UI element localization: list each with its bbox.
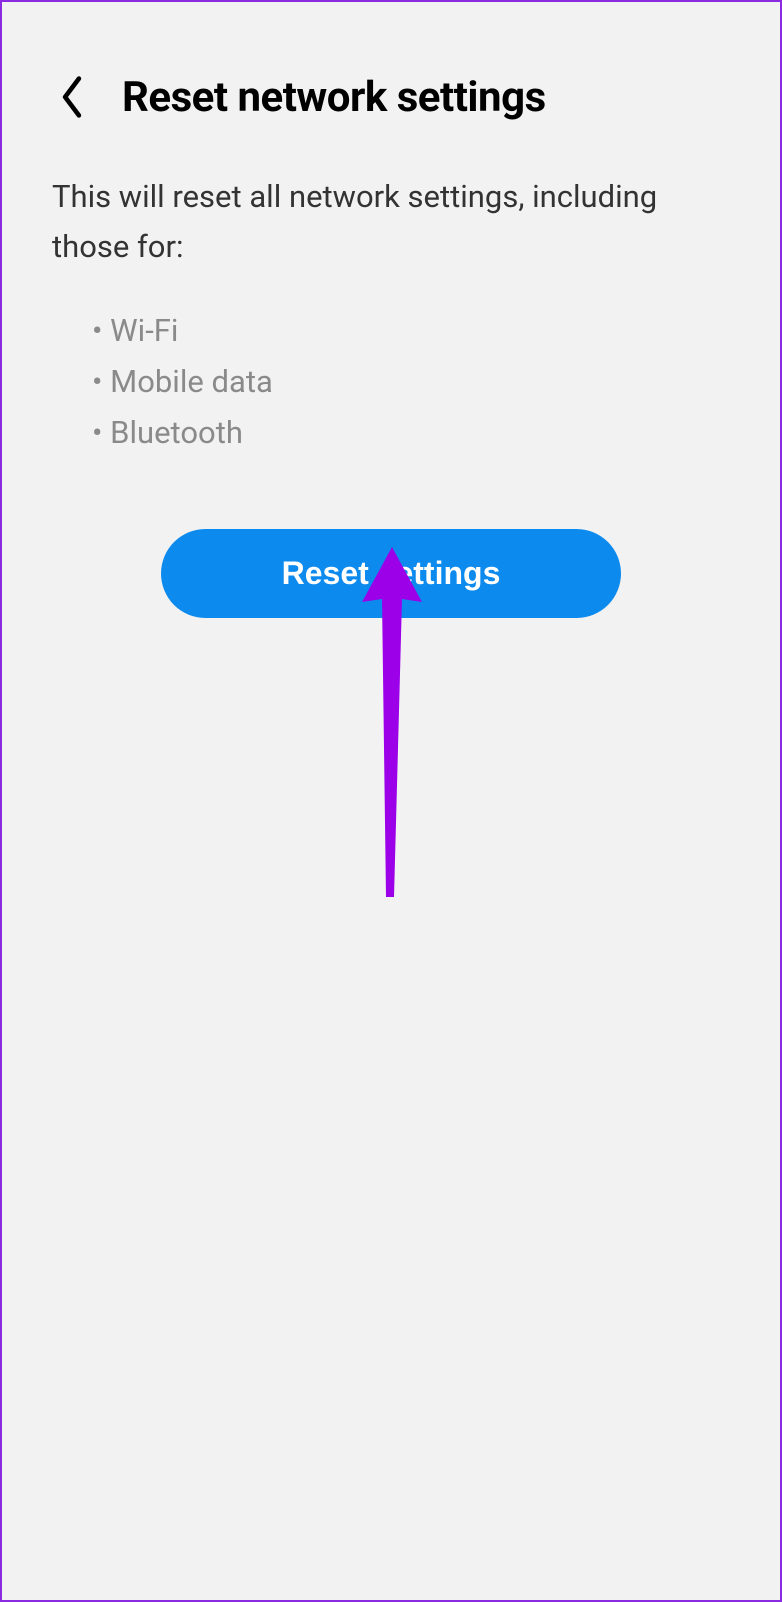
reset-settings-button[interactable]: Reset settings [161, 529, 621, 618]
header: Reset network settings [2, 2, 780, 162]
page-title: Reset network settings [122, 73, 546, 122]
back-icon[interactable] [52, 72, 92, 122]
list-item: • Mobile data [92, 356, 730, 407]
description-text: This will reset all network settings, in… [2, 162, 780, 291]
settings-list: • Wi-Fi • Mobile data • Bluetooth [2, 291, 780, 488]
list-item: • Bluetooth [92, 407, 730, 458]
button-container: Reset settings [2, 489, 780, 618]
list-item: • Wi-Fi [92, 305, 730, 356]
